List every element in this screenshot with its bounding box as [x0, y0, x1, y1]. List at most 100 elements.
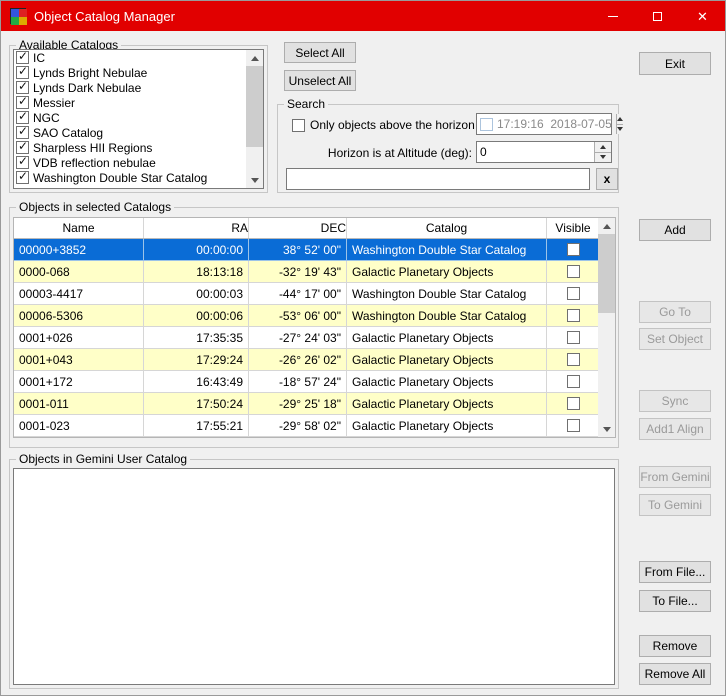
- cell-dec: -29° 58' 02": [249, 415, 347, 437]
- datetime-checkbox[interactable]: [480, 117, 493, 131]
- scrollbar-track[interactable]: [598, 234, 615, 421]
- horizon-altitude-input[interactable]: [477, 142, 594, 162]
- catalog-item[interactable]: Lynds Dark Nebulae: [14, 79, 263, 95]
- visible-checkbox[interactable]: [566, 309, 580, 322]
- scroll-down-icon[interactable]: [598, 421, 615, 437]
- catalog-item[interactable]: Lynds Bright Nebulae: [14, 64, 263, 80]
- from-file-button[interactable]: From File...: [639, 561, 711, 583]
- cell-name: 00003-4417: [14, 283, 144, 305]
- visible-checkbox[interactable]: [566, 265, 580, 278]
- catalog-item[interactable]: NGC: [14, 109, 263, 125]
- catalog-checkbox[interactable]: [16, 124, 29, 139]
- spin-up-icon[interactable]: [616, 114, 623, 124]
- close-button[interactable]: ✕: [680, 1, 725, 31]
- datetime-spinner[interactable]: [615, 114, 623, 134]
- visible-checkbox[interactable]: [566, 287, 580, 300]
- catalog-checkbox[interactable]: [16, 169, 29, 184]
- minimize-button[interactable]: [590, 1, 635, 31]
- go-to-button: Go To: [639, 301, 711, 323]
- spin-down-icon[interactable]: [595, 151, 611, 162]
- catalog-item[interactable]: Washington Double Star Catalog: [14, 169, 263, 185]
- cell-name: 0001+172: [14, 371, 144, 393]
- select-all-button[interactable]: Select All: [284, 42, 356, 63]
- column-header-visible[interactable]: Visible: [547, 218, 600, 238]
- catalogs-scrollbar[interactable]: [246, 50, 263, 188]
- catalog-item[interactable]: Messier: [14, 94, 263, 110]
- cell-visible: [547, 239, 600, 261]
- column-header-dec[interactable]: DEC: [249, 218, 347, 238]
- table-row[interactable]: 0000-068 18:13:18 -32° 19' 43" Galactic Pla…: [14, 261, 615, 283]
- cell-visible: [547, 371, 600, 393]
- catalog-checkbox[interactable]: [16, 50, 29, 64]
- scrollbar-thumb[interactable]: [246, 66, 263, 147]
- available-catalogs-list: ICLynds Bright NebulaeLynds Dark Nebulae…: [13, 49, 264, 189]
- clear-search-button[interactable]: x: [596, 168, 618, 190]
- to-file-button[interactable]: To File...: [639, 590, 711, 612]
- table-row[interactable]: 0001-023 17:55:21 -29° 58' 02" Galactic Pla…: [14, 415, 615, 437]
- only-above-horizon-checkbox-box[interactable]: [292, 118, 305, 132]
- catalog-label: Sharpless HII Regions: [33, 140, 153, 155]
- cell-ra: 17:29:24: [144, 349, 249, 371]
- cell-dec: -32° 19' 43": [249, 261, 347, 283]
- table-row[interactable]: 0001+043 17:29:24 -26° 26' 02" Galactic Pla…: [14, 349, 615, 371]
- table-row[interactable]: 00006-5306 00:00:06 -53° 06' 00" Washington…: [14, 305, 615, 327]
- cell-dec: -27° 24' 03": [249, 327, 347, 349]
- gemini-user-catalog-list[interactable]: [13, 468, 615, 685]
- scrollbar-track[interactable]: [246, 66, 263, 172]
- horizon-altitude-spinner[interactable]: [594, 142, 611, 162]
- visible-checkbox[interactable]: [566, 397, 580, 410]
- add-button[interactable]: Add: [639, 219, 711, 241]
- catalog-checkbox[interactable]: [16, 94, 29, 109]
- catalog-item[interactable]: VDB reflection nebulae: [14, 154, 263, 170]
- visible-checkbox[interactable]: [566, 243, 580, 256]
- table-row[interactable]: 0001+172 16:43:49 -18° 57' 24" Galactic Pla…: [14, 371, 615, 393]
- scroll-up-icon[interactable]: [598, 218, 615, 234]
- catalog-item[interactable]: SAO Catalog: [14, 124, 263, 140]
- catalog-checkbox[interactable]: [16, 79, 29, 94]
- column-header-catalog[interactable]: Catalog: [347, 218, 547, 238]
- gemini-user-catalog-group: Objects in Gemini User Catalog: [9, 452, 619, 689]
- visible-checkbox[interactable]: [566, 419, 580, 432]
- exit-button[interactable]: Exit: [639, 52, 711, 75]
- cell-catalog: Galactic Planetary Objects: [347, 261, 547, 283]
- column-header-name[interactable]: Name: [14, 218, 144, 238]
- table-row[interactable]: 0001-011 17:50:24 -29° 25' 18" Galactic Pla…: [14, 393, 615, 415]
- catalog-checkbox[interactable]: [16, 139, 29, 154]
- scrollbar-thumb[interactable]: [598, 234, 615, 313]
- catalog-checkbox[interactable]: [16, 154, 29, 169]
- close-icon: ✕: [697, 8, 708, 24]
- spin-down-icon[interactable]: [616, 123, 623, 134]
- remove-all-button[interactable]: Remove All: [639, 663, 711, 685]
- catalog-item[interactable]: Sharpless HII Regions: [14, 139, 263, 155]
- table-scrollbar[interactable]: [598, 218, 615, 437]
- search-group-label: Search: [284, 97, 329, 111]
- table-row[interactable]: 00000+3852 00:00:00 38° 52' 00" Washington …: [14, 239, 615, 261]
- gemini-user-catalog-label: Objects in Gemini User Catalog: [16, 452, 191, 466]
- minimize-icon: [607, 15, 618, 17]
- catalog-label: SAO Catalog: [33, 125, 104, 140]
- visible-checkbox[interactable]: [566, 353, 580, 366]
- table-row[interactable]: 00003-4417 00:00:03 -44° 17' 00" Washington…: [14, 283, 615, 305]
- catalog-checkbox[interactable]: [16, 64, 29, 79]
- search-input[interactable]: [286, 168, 590, 190]
- column-header-ra[interactable]: RA: [144, 218, 249, 238]
- table-row[interactable]: 0001+026 17:35:35 -27° 24' 03" Galactic Pla…: [14, 327, 615, 349]
- visible-checkbox[interactable]: [566, 331, 580, 344]
- remove-button[interactable]: Remove: [639, 635, 711, 657]
- unselect-all-button[interactable]: Unselect All: [284, 70, 356, 91]
- scroll-up-icon[interactable]: [246, 50, 263, 66]
- datetime-picker[interactable]: 17:19:16 2018-07-05: [476, 113, 623, 135]
- visible-checkbox[interactable]: [566, 375, 580, 388]
- spin-up-icon[interactable]: [595, 142, 611, 152]
- scroll-down-icon[interactable]: [246, 172, 263, 188]
- catalog-item[interactable]: IC: [14, 50, 263, 65]
- only-above-horizon-checkbox[interactable]: Only objects above the horizon: [292, 118, 475, 132]
- cell-name: 00000+3852: [14, 239, 144, 261]
- cell-ra: 17:50:24: [144, 393, 249, 415]
- catalog-checkbox[interactable]: [16, 109, 29, 124]
- cell-ra: 18:13:18: [144, 261, 249, 283]
- app-icon: [10, 8, 27, 25]
- window-controls: ✕: [590, 1, 725, 31]
- maximize-button[interactable]: [635, 1, 680, 31]
- cell-visible: [547, 393, 600, 415]
